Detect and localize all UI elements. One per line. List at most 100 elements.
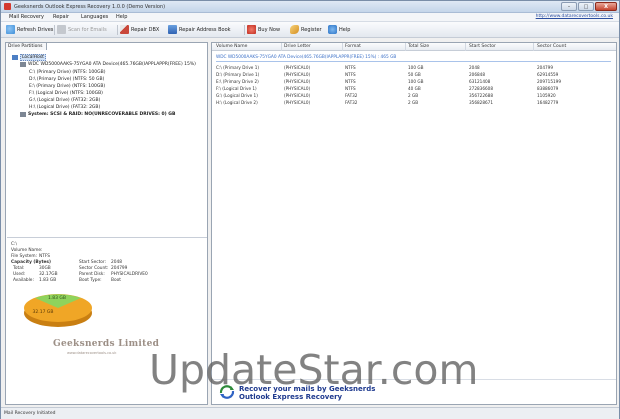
status-text: Mail Recovery Initiated	[4, 411, 56, 416]
menu-help[interactable]: Help	[116, 14, 127, 20]
volume-list-panel: Volume Name Drive Letter Format Total Si…	[211, 42, 617, 405]
brand-logo: Geeksnerds Limited	[53, 339, 160, 349]
pie-used-label: 32.17 GB	[33, 309, 54, 315]
menu-repair[interactable]: Repair	[53, 14, 69, 20]
info-total-label: Total:	[13, 266, 25, 271]
col-volume-name[interactable]: Volume Name	[216, 44, 247, 49]
table-row[interactable]: C:\ (Primary Drive 1) (PHYSICAL0) NTFS 1…	[212, 65, 616, 71]
info-sector-count: 204799	[111, 266, 128, 271]
buy-now-button[interactable]: Buy Now	[247, 24, 280, 35]
banner-line-2: Outlook Express Recovery	[239, 393, 343, 401]
pie-free-label: 1.83 GB	[48, 295, 66, 301]
cell-drive-letter: (PHYSICAL0)	[284, 79, 311, 84]
table-row[interactable]: E:\ (Primary Drive 2) (PHYSICAL0) NTFS 1…	[212, 79, 616, 85]
table-row[interactable]: G:\ (Logical Drive 1) (PHYSICAL0) FAT32 …	[212, 93, 616, 99]
cell-drive-letter: (PHYSICAL0)	[284, 93, 311, 98]
minimize-button[interactable]: –	[561, 2, 577, 11]
disk-icon	[20, 62, 26, 67]
repair-address-book-button[interactable]: Repair Address Book	[168, 24, 231, 35]
refresh-drives-button[interactable]: Refresh Drives	[6, 24, 53, 35]
scan-emails-label: Scan for Emails	[68, 26, 107, 33]
menu-mail-recovery[interactable]: Mail Recovery	[9, 14, 44, 20]
brand-url: www.datarecovertools.co.uk	[67, 351, 117, 355]
repair-dbx-label: Repair DBX	[131, 26, 160, 33]
cell-volume-name: C:\ (Primary Drive 1)	[216, 65, 260, 70]
cell-total-size: 2 GB	[408, 93, 419, 98]
col-start-sector[interactable]: Start Sector	[469, 44, 496, 49]
column-divider[interactable]	[405, 43, 406, 51]
col-drive-letter[interactable]: Drive Letter	[284, 44, 311, 49]
info-total: 30GB	[39, 266, 51, 271]
disk-group-header[interactable]: WDC WD5000AAKS-75YGA0 ATA Device(465.76G…	[216, 55, 396, 60]
cell-sector-count: 204799	[537, 65, 553, 70]
info-capacity-label: Capacity (Bytes)	[11, 260, 51, 265]
tree-node-disk0[interactable]: WDC WD5000AAKS-75YGA0 ATA Device(465.76G…	[20, 62, 196, 67]
info-file-system-label: File System:	[11, 254, 38, 259]
help-label: Help	[339, 26, 351, 33]
minimize-icon: –	[567, 4, 571, 10]
close-icon: X	[604, 4, 608, 10]
register-label: Register	[301, 26, 322, 33]
toolbar: Refresh Drives Scan for Emails Repair DB…	[1, 22, 619, 38]
repair-dbx-icon	[120, 25, 129, 34]
tree-node-partition-g[interactable]: G:\ (Logical Drive) (FAT32: 2GB)	[29, 98, 100, 103]
cell-total-size: 100 GB	[408, 79, 424, 84]
tree-node-partition-h[interactable]: H:\ (Logical Drive) (FAT32: 2GB)	[29, 105, 100, 110]
repair-dbx-button[interactable]: Repair DBX	[120, 24, 159, 35]
cell-drive-letter: (PHYSICAL0)	[284, 86, 311, 91]
tree-node-localhost[interactable]: LocalHost	[12, 54, 46, 61]
maximize-button[interactable]: □	[578, 2, 594, 11]
help-icon	[328, 25, 337, 34]
register-button[interactable]: Register	[290, 24, 322, 35]
menu-languages[interactable]: Languages	[81, 14, 108, 20]
cell-start-sector: 356828671	[469, 100, 493, 105]
info-available: 1.83 GB	[39, 278, 57, 283]
tree-node-partition-c[interactable]: C:\ (Primary Drive) (NTFS: 100GB)	[29, 70, 105, 75]
drive-partitions-panel: LocalHost WDC WD5000AAKS-75YGA0 ATA Devi…	[5, 42, 208, 405]
column-divider[interactable]	[533, 43, 534, 51]
table-row[interactable]: D:\ (Primary Drive 1) (PHYSICAL0) NTFS 5…	[212, 72, 616, 78]
column-divider[interactable]	[342, 43, 343, 51]
table-row[interactable]: F:\ (Logical Drive 1) (PHYSICAL0) NTFS 4…	[212, 86, 616, 92]
key-icon	[290, 25, 299, 34]
cell-start-sector: 206848	[469, 72, 485, 77]
info-sector-count-label: Sector Count:	[79, 266, 109, 271]
info-start-sector-label: Start Sector:	[79, 260, 107, 265]
column-divider[interactable]	[465, 43, 466, 51]
table-row[interactable]: H:\ (Logical Drive 2) (PHYSICAL0) FAT32 …	[212, 100, 616, 106]
app-icon	[4, 3, 11, 10]
refresh-icon	[6, 25, 15, 34]
close-button[interactable]: X	[595, 2, 617, 11]
tab-drive-partitions[interactable]: Drive Partitions	[5, 42, 47, 50]
promo-banner[interactable]: Recover your mails by Geeksnerds Outlook…	[212, 379, 616, 404]
info-drive: C:\	[11, 242, 17, 247]
status-bar: Mail Recovery Initiated	[1, 407, 619, 419]
col-total-size[interactable]: Total Size	[408, 44, 429, 49]
cell-format: NTFS	[345, 65, 356, 70]
cell-format: NTFS	[345, 79, 356, 84]
title-bar: Geeksnerds Outlook Express Recovery 1.0.…	[1, 1, 619, 13]
scan-icon	[57, 25, 66, 34]
cell-volume-name: H:\ (Logical Drive 2)	[216, 100, 258, 105]
drive-tree[interactable]: LocalHost WDC WD5000AAKS-75YGA0 ATA Devi…	[7, 52, 207, 238]
website-link[interactable]: http://www.datarecovertools.co.uk	[536, 14, 613, 19]
tree-node-partition-d[interactable]: D:\ (Primary Drive) (NTFS: 50 GB)	[29, 77, 104, 82]
cell-start-sector: 356722688	[469, 93, 493, 98]
info-start-sector: 2048	[111, 260, 122, 265]
tree-node-partition-e[interactable]: E:\ (Primary Drive) (NTFS: 100GB)	[29, 84, 105, 89]
cell-format: FAT32	[345, 93, 358, 98]
computer-icon	[12, 55, 18, 60]
toolbar-separator	[117, 25, 118, 35]
tree-node-system-raid[interactable]: System: SCSI & RAID: NO(UNRECOVERABLE DR…	[20, 112, 175, 117]
cell-format: NTFS	[345, 86, 356, 91]
scan-emails-button[interactable]: Scan for Emails	[57, 24, 107, 35]
cell-drive-letter: (PHYSICAL0)	[284, 100, 311, 105]
info-parent-disk: PHYSICALDRIVE0	[111, 272, 148, 277]
col-format[interactable]: Format	[345, 44, 361, 49]
table-header: Volume Name Drive Letter Format Total Si…	[212, 43, 616, 51]
help-button[interactable]: Help	[328, 24, 350, 35]
col-sector-count[interactable]: Sector Count	[537, 44, 566, 49]
tree-node-partition-f[interactable]: F:\ (Logical Drive) (NTFS: 100GB)	[29, 91, 103, 96]
column-divider[interactable]	[281, 43, 282, 51]
capacity-pie-chart: 1.83 GB 32.17 GB	[24, 294, 92, 327]
